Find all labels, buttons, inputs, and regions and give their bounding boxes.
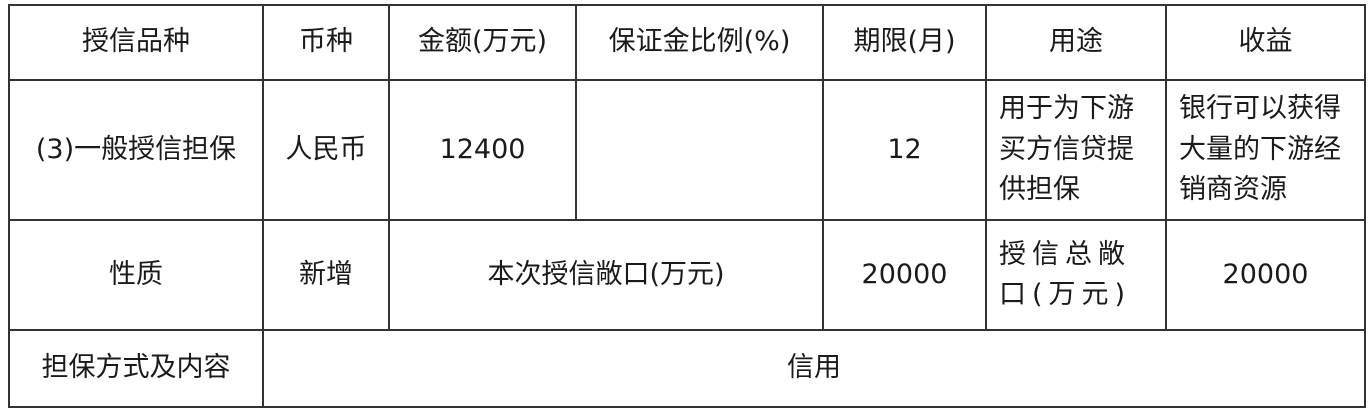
cell-term: 12 [822,79,987,221]
cell-exposure-value: 20000 [822,219,987,331]
cell-guarantee-label: 担保方式及内容 [8,329,264,408]
header-credit-type: 授信品种 [8,4,264,81]
cell-amount: 12400 [388,79,577,221]
cell-guarantee-value: 信用 [262,329,1366,408]
credit-info-table: 授信品种 币种 金额(万元) 保证金比例(%) 期限(月) 用途 收益 (3)一… [8,4,1366,408]
cell-benefit: 银行可以获得大量的下游经销商资源 [1165,79,1366,221]
cell-total-exposure-label: 授信总敞口(万元) [985,219,1167,331]
table-row: 性质 新增 本次授信敞口(万元) 20000 授信总敞口(万元) 20000 [8,219,1366,331]
header-amount: 金额(万元) [388,4,577,81]
cell-margin-ratio [575,79,824,221]
table-row: 担保方式及内容 信用 [8,329,1366,408]
table-header-row: 授信品种 币种 金额(万元) 保证金比例(%) 期限(月) 用途 收益 [8,4,1366,81]
cell-credit-type: (3)一般授信担保 [8,79,264,221]
header-benefit: 收益 [1165,4,1366,81]
credit-table-frame: 授信品种 币种 金额(万元) 保证金比例(%) 期限(月) 用途 收益 (3)一… [0,0,1370,411]
cell-purpose: 用于为下游买方信贷提供担保 [985,79,1167,221]
cell-nature-label: 性质 [8,219,264,331]
header-margin-ratio: 保证金比例(%) [575,4,824,81]
header-purpose: 用途 [985,4,1167,81]
table-row: (3)一般授信担保 人民币 12400 12 用于为下游买方信贷提供担保 银行可… [8,79,1366,221]
cell-nature-value: 新增 [262,219,390,331]
header-currency: 币种 [262,4,390,81]
cell-currency: 人民币 [262,79,390,221]
cell-total-exposure-value: 20000 [1165,219,1366,331]
cell-exposure-label: 本次授信敞口(万元) [388,219,824,331]
header-term: 期限(月) [822,4,987,81]
